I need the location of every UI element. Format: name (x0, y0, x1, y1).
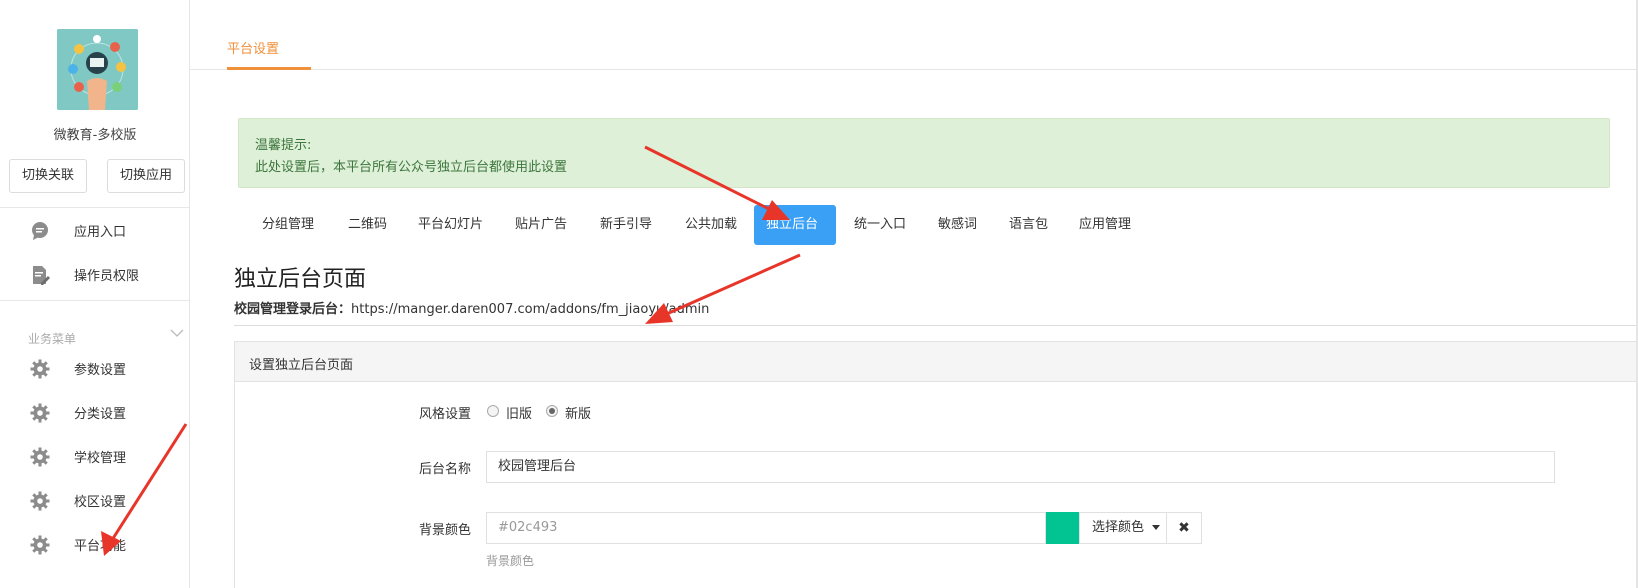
settings-card: 设置独立后台页面 风格设置 旧版 新版 后台名称 校园管理后台 背景颜色 #02… (234, 341, 1638, 588)
sidebar-item-school-management[interactable]: 学校管理 (0, 436, 190, 476)
login-url-label: 校园管理登录后台： (234, 302, 352, 317)
color-swatch[interactable] (1046, 512, 1079, 544)
bg-color-help: 背景颜色 (486, 554, 535, 568)
gear-icon (30, 535, 50, 555)
bg-color-label: 背景颜色 (419, 523, 472, 538)
subtab-language-pack[interactable]: 语言包 (997, 205, 1060, 245)
subtab-sensitive-words[interactable]: 敏感词 (926, 205, 989, 245)
tab-platform-settings[interactable]: 平台设置 (227, 38, 279, 57)
pick-color-label: 选择颜色 (1092, 520, 1145, 535)
style-option-new[interactable]: 新版 (565, 403, 591, 422)
spacer (190, 70, 226, 588)
sidebar-item-platform-functions[interactable]: 平台功能 (0, 524, 190, 564)
sidebar-item-label: 应用入口 (74, 225, 127, 240)
style-radio-new[interactable] (546, 405, 558, 417)
sidebar-item-label: 平台功能 (74, 539, 127, 554)
spacer (190, 70, 1638, 99)
login-url-line: 校园管理登录后台：https://manger.daren007.com/add… (234, 298, 709, 317)
sidebar-item-label: 校区设置 (74, 495, 127, 510)
style-option-old[interactable]: 旧版 (506, 403, 532, 422)
subtab-group-management[interactable]: 分组管理 (250, 205, 326, 245)
sidebar-item-label: 参数设置 (74, 363, 127, 378)
gear-icon (30, 447, 50, 467)
clear-color-button[interactable]: ✖ (1166, 512, 1202, 544)
subtab-qrcode[interactable]: 二维码 (336, 205, 399, 245)
subtab-app-management[interactable]: 应用管理 (1067, 205, 1143, 245)
sidebar-item-label: 分类设置 (74, 407, 127, 422)
sidebar-divider (0, 207, 190, 208)
subtab-unified-entry[interactable]: 统一入口 (842, 205, 918, 245)
pick-color-button[interactable]: 选择颜色 (1079, 512, 1167, 544)
sidebar: 微教育-多校版 切换关联 切换应用 应用入口 操作员权限 业务菜单 参数设置 分… (0, 0, 190, 588)
alert-title: 温馨提示: (255, 138, 312, 153)
chat-bubble-icon (30, 221, 50, 241)
sidebar-item-label: 学校管理 (74, 451, 127, 466)
sidebar-item-app-entry[interactable]: 应用入口 (0, 210, 190, 250)
top-tabbar: 平台设置 (190, 0, 1638, 70)
caret-down-icon (1152, 525, 1161, 530)
subtab-newbie-guide[interactable]: 新手引导 (588, 205, 664, 245)
bg-color-input[interactable]: #02c493 (486, 512, 1046, 544)
gear-icon (30, 403, 50, 423)
subtab-independent-backend[interactable]: 独立后台 (754, 205, 836, 245)
switch-link-button[interactable]: 切换关联 (9, 159, 87, 193)
chevron-down-icon[interactable] (170, 326, 184, 340)
subtab-public-loading[interactable]: 公共加载 (673, 205, 749, 245)
sidebar-group-title: 业务菜单 (28, 332, 77, 346)
gear-icon (30, 491, 50, 511)
gear-icon (30, 359, 50, 379)
subtab-platform-slides[interactable]: 平台幻灯片 (406, 205, 495, 245)
alert-message: 此处设置后，本平台所有公众号独立后台都使用此设置 (255, 160, 568, 175)
login-url-link[interactable]: https://manger.daren007.com/addons/fm_ji… (351, 302, 709, 317)
content-panel: 温馨提示: 此处设置后，本平台所有公众号独立后台都使用此设置 分组管理 二维码 … (226, 99, 1638, 588)
backend-name-label: 后台名称 (419, 462, 472, 477)
page-title: 独立后台页面 (234, 267, 367, 292)
settings-card-title: 设置独立后台页面 (249, 358, 354, 373)
subtab-patch-ads[interactable]: 贴片广告 (503, 205, 579, 245)
document-edit-icon (30, 265, 50, 285)
style-label: 风格设置 (419, 407, 472, 422)
sidebar-item-campus-settings[interactable]: 校区设置 (0, 480, 190, 520)
style-radio-old[interactable] (487, 405, 499, 417)
backend-name-input[interactable]: 校园管理后台 (486, 451, 1555, 483)
tip-alert: 温馨提示: 此处设置后，本平台所有公众号独立后台都使用此设置 (238, 118, 1610, 188)
app-name: 微教育-多校版 (53, 128, 137, 143)
sidebar-item-category-settings[interactable]: 分类设置 (0, 392, 190, 432)
sidebar-item-param-settings[interactable]: 参数设置 (0, 348, 190, 388)
sidebar-divider (0, 300, 190, 301)
main-content: 平台设置 温馨提示: 此处设置后，本平台所有公众号独立后台都使用此设置 分组管理… (190, 0, 1638, 588)
app-logo (57, 29, 138, 110)
sidebar-item-operator-permission[interactable]: 操作员权限 (0, 254, 190, 294)
settings-card-header: 设置独立后台页面 (235, 342, 1638, 382)
divider (234, 325, 1638, 326)
switch-app-button[interactable]: 切换应用 (107, 159, 185, 193)
sidebar-item-label: 操作员权限 (74, 269, 140, 284)
